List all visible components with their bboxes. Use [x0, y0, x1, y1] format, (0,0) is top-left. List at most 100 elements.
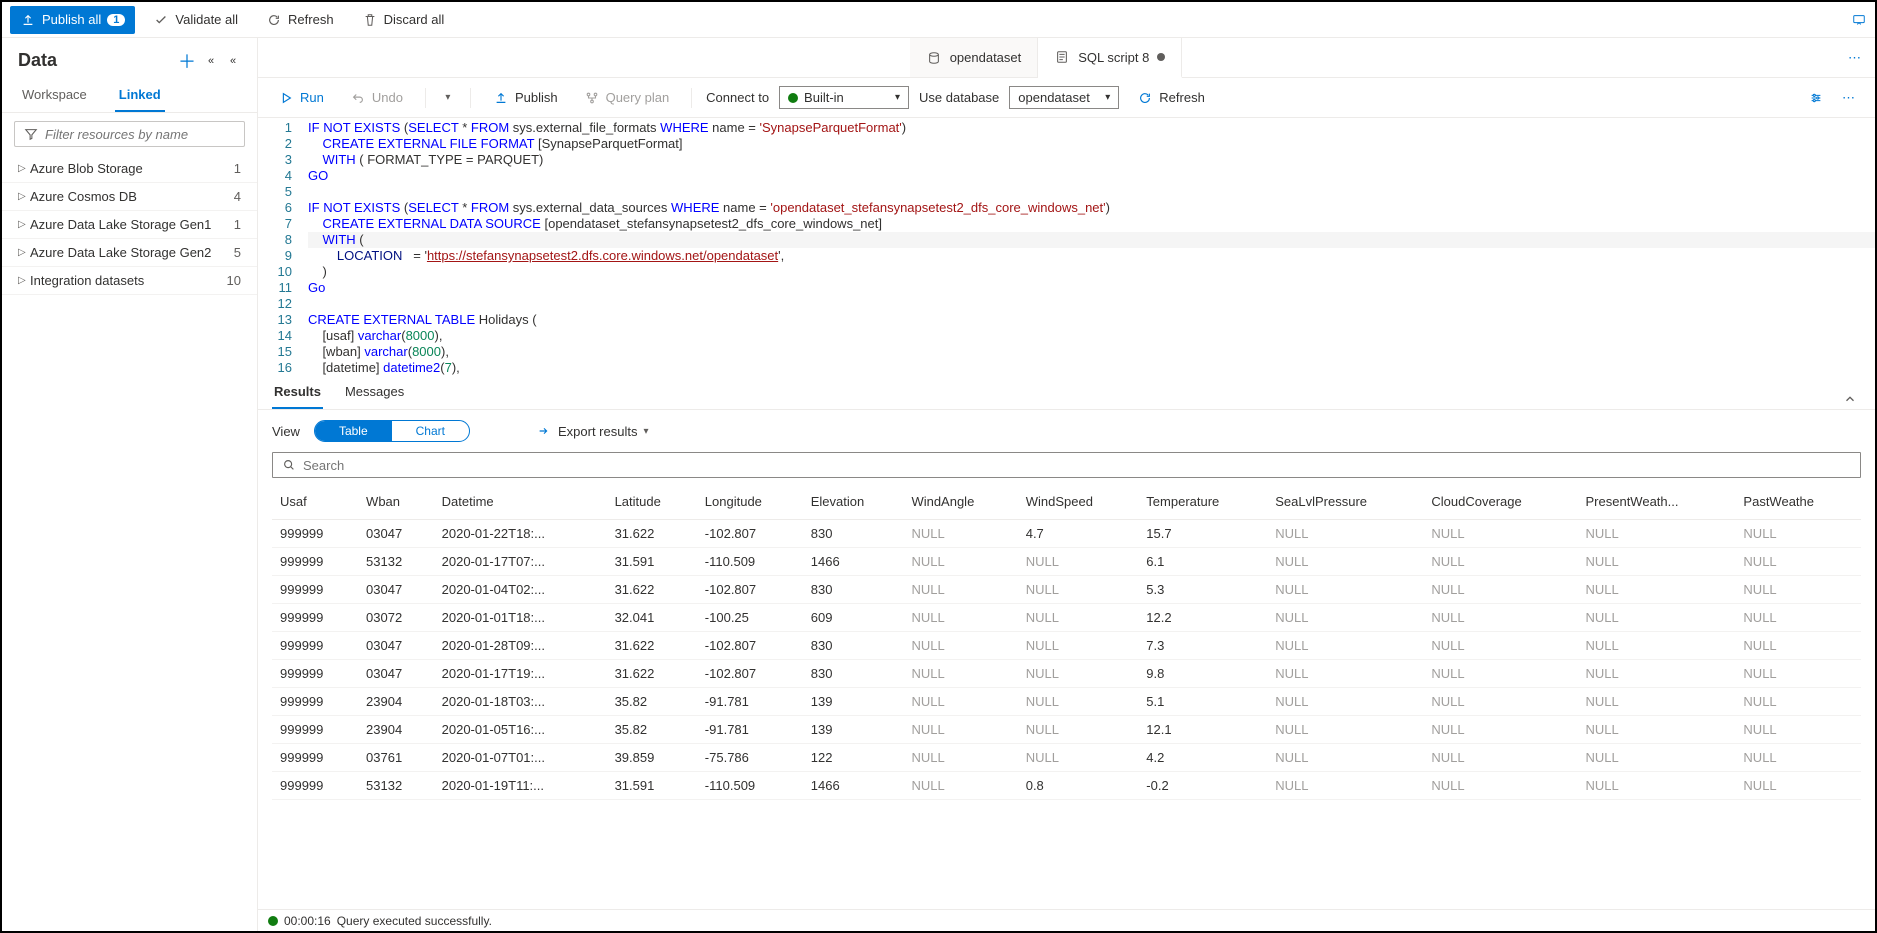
- code-line[interactable]: WITH ( FORMAT_TYPE = PARQUET): [308, 152, 1875, 168]
- undo-button[interactable]: Undo: [342, 86, 411, 110]
- chevron-right-icon: ▷: [18, 247, 30, 258]
- code-line[interactable]: GO: [308, 168, 1875, 184]
- connect-to-dropdown[interactable]: Built-in ▾: [779, 86, 909, 109]
- code-line[interactable]: CREATE EXTERNAL DATA SOURCE [opendataset…: [308, 216, 1875, 232]
- table-row[interactable]: 999999531322020-01-19T11:...31.591-110.5…: [272, 772, 1861, 800]
- use-database-dropdown[interactable]: opendataset ▾: [1009, 86, 1119, 109]
- column-header[interactable]: Longitude: [697, 484, 803, 520]
- table-cell: 9.8: [1138, 660, 1267, 688]
- export-results-button[interactable]: Export results ▾: [528, 419, 657, 443]
- table-row[interactable]: 999999030472020-01-22T18:...31.622-102.8…: [272, 520, 1861, 548]
- table-cell: NULL: [1018, 688, 1139, 716]
- code-line[interactable]: LOCATION = 'https://stefansynapsetest2.d…: [308, 248, 1875, 264]
- column-header[interactable]: Latitude: [607, 484, 697, 520]
- table-cell: NULL: [1018, 744, 1139, 772]
- table-row[interactable]: 999999239042020-01-18T03:...35.82-91.781…: [272, 688, 1861, 716]
- column-header[interactable]: Usaf: [272, 484, 358, 520]
- results-search-box[interactable]: [272, 452, 1861, 478]
- tree-item[interactable]: ▷Azure Cosmos DB4: [2, 183, 257, 211]
- table-cell: 2020-01-18T03:...: [434, 688, 607, 716]
- validate-all-button[interactable]: Validate all: [143, 6, 248, 34]
- column-header[interactable]: CloudCoverage: [1423, 484, 1577, 520]
- collapse-icon[interactable]: «: [203, 53, 219, 69]
- code-line[interactable]: [308, 184, 1875, 200]
- filter-input[interactable]: [45, 127, 236, 142]
- column-header[interactable]: PresentWeath...: [1578, 484, 1736, 520]
- column-header[interactable]: WindSpeed: [1018, 484, 1139, 520]
- db-icon: [926, 50, 942, 66]
- table-cell: 6.1: [1138, 548, 1267, 576]
- column-header[interactable]: SeaLvlPressure: [1267, 484, 1423, 520]
- publish-button[interactable]: Publish: [485, 86, 566, 110]
- collapse-results-icon[interactable]: [1843, 392, 1857, 409]
- column-header[interactable]: Wban: [358, 484, 434, 520]
- tab-results[interactable]: Results: [272, 376, 323, 409]
- table-cell: NULL: [1735, 688, 1861, 716]
- code-line[interactable]: IF NOT EXISTS (SELECT * FROM sys.externa…: [308, 120, 1875, 136]
- code-line[interactable]: IF NOT EXISTS (SELECT * FROM sys.externa…: [308, 200, 1875, 216]
- code-line[interactable]: ): [308, 264, 1875, 280]
- chevron-down-icon[interactable]: ▾: [440, 90, 456, 106]
- plus-icon[interactable]: ＋: [179, 53, 195, 69]
- table-row[interactable]: 999999037612020-01-07T01:...39.859-75.78…: [272, 744, 1861, 772]
- results-search-input[interactable]: [303, 458, 1852, 473]
- publish-count-badge: 1: [107, 14, 125, 26]
- code-area[interactable]: IF NOT EXISTS (SELECT * FROM sys.externa…: [304, 118, 1875, 376]
- code-line[interactable]: CREATE EXTERNAL FILE FORMAT [SynapseParq…: [308, 136, 1875, 152]
- code-line[interactable]: [datetime] datetime2(7),: [308, 360, 1875, 376]
- code-line[interactable]: WITH (: [308, 232, 1875, 248]
- settings-icon[interactable]: [1808, 90, 1824, 106]
- table-cell: NULL: [903, 660, 1017, 688]
- column-header[interactable]: Elevation: [803, 484, 904, 520]
- refresh-button-editor[interactable]: Refresh: [1129, 86, 1213, 110]
- table-cell: 999999: [272, 716, 358, 744]
- tree-item[interactable]: ▷Azure Data Lake Storage Gen25: [2, 239, 257, 267]
- tab-messages[interactable]: Messages: [343, 376, 406, 409]
- table-cell: 32.041: [607, 604, 697, 632]
- filter-box[interactable]: [14, 121, 245, 147]
- trash-icon: [362, 12, 378, 28]
- table-cell: 4.7: [1018, 520, 1139, 548]
- code-line[interactable]: [308, 296, 1875, 312]
- table-cell: 1466: [803, 772, 904, 800]
- table-row[interactable]: 999999030472020-01-28T09:...31.622-102.8…: [272, 632, 1861, 660]
- column-header[interactable]: Temperature: [1138, 484, 1267, 520]
- publish-all-button[interactable]: Publish all 1: [10, 6, 135, 34]
- table-row[interactable]: 999999030472020-01-17T19:...31.622-102.8…: [272, 660, 1861, 688]
- code-line[interactable]: CREATE EXTERNAL TABLE Holidays (: [308, 312, 1875, 328]
- success-icon: [268, 916, 278, 926]
- table-row[interactable]: 999999030472020-01-04T02:...31.622-102.8…: [272, 576, 1861, 604]
- column-header[interactable]: PastWeathe: [1735, 484, 1861, 520]
- results-grid[interactable]: UsafWbanDatetimeLatitudeLongitudeElevati…: [258, 484, 1875, 909]
- code-line[interactable]: [wban] varchar(8000),: [308, 344, 1875, 360]
- table-row[interactable]: 999999531322020-01-17T07:...31.591-110.5…: [272, 548, 1861, 576]
- column-header[interactable]: WindAngle: [903, 484, 1017, 520]
- table-row[interactable]: 999999030722020-01-01T18:...32.041-100.2…: [272, 604, 1861, 632]
- collapse-icon-2[interactable]: «: [225, 53, 241, 69]
- discard-all-button[interactable]: Discard all: [352, 6, 455, 34]
- refresh-button-top[interactable]: Refresh: [256, 6, 344, 34]
- tab-linked[interactable]: Linked: [115, 79, 165, 112]
- feedback-icon[interactable]: [1851, 12, 1867, 28]
- file-tab[interactable]: SQL script 8: [1038, 38, 1182, 78]
- tree-item[interactable]: ▷Azure Blob Storage1: [2, 155, 257, 183]
- toggle-table[interactable]: Table: [315, 421, 392, 441]
- table-cell: NULL: [1735, 716, 1861, 744]
- code-line[interactable]: [usaf] varchar(8000),: [308, 328, 1875, 344]
- more-icon[interactable]: ⋯: [1834, 90, 1863, 106]
- tree-item[interactable]: ▷Azure Data Lake Storage Gen11: [2, 211, 257, 239]
- tree-item[interactable]: ▷Integration datasets10: [2, 267, 257, 295]
- query-plan-button[interactable]: Query plan: [576, 86, 678, 110]
- table-cell: 03047: [358, 632, 434, 660]
- column-header[interactable]: Datetime: [434, 484, 607, 520]
- tab-more-icon[interactable]: ⋯: [1834, 38, 1875, 77]
- tab-workspace[interactable]: Workspace: [18, 79, 91, 112]
- view-toggle[interactable]: Table Chart: [314, 420, 470, 442]
- file-tab[interactable]: opendataset: [910, 38, 1039, 77]
- toggle-chart[interactable]: Chart: [392, 421, 469, 441]
- code-line[interactable]: Go: [308, 280, 1875, 296]
- code-editor[interactable]: 12345678910111213141516 IF NOT EXISTS (S…: [258, 118, 1875, 376]
- table-row[interactable]: 999999239042020-01-05T16:...35.82-91.781…: [272, 716, 1861, 744]
- run-button[interactable]: Run: [270, 86, 332, 110]
- tree-label: Azure Blob Storage: [30, 161, 234, 176]
